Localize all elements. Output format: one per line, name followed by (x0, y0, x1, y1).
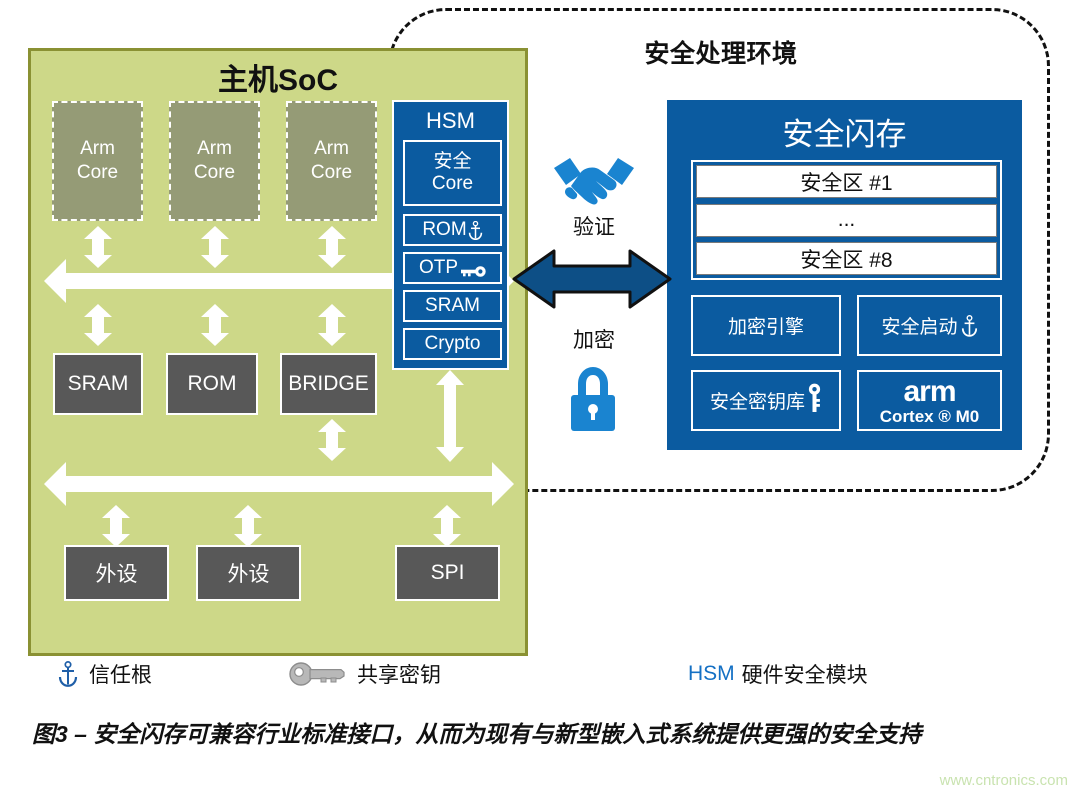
arm-core-label-line2: Core (193, 162, 236, 183)
handshake-icon (548, 152, 640, 208)
key-store-label: 安全密钥库 (709, 392, 805, 413)
soc-block-bridge: BRIDGE (280, 353, 377, 415)
hsm-crypto-box: Crypto (403, 328, 502, 360)
hsm-secure-core-label-line1: 安全 (433, 151, 472, 173)
soc-block-sram: SRAM (53, 353, 143, 415)
anchor-icon (961, 314, 978, 337)
host-soc-title: 主机SoC (218, 64, 338, 97)
legend-item-hsm: HSM 硬件安全模块 (688, 658, 868, 690)
anchor-icon (58, 661, 78, 687)
hsm-secure-core-label-line2: Core (431, 173, 474, 194)
soc-block-rom: ROM (166, 353, 258, 415)
bus-arrow-peripheral-2 (233, 505, 263, 547)
secure-flash-panel: 安全闪存 安全区 #1 ... 安全区 #8 加密引擎 安全启动 安全密钥库 a… (667, 100, 1022, 450)
bus-arrow-sram (83, 304, 113, 346)
arm-core-box-1: Arm Core (52, 101, 143, 221)
key-icon (807, 383, 822, 413)
legend-label-root-of-trust: 信任根 (89, 664, 152, 687)
anchor-icon (468, 220, 483, 240)
secure-zone-row: ... (696, 203, 997, 237)
arm-core-box-2: Arm Core (169, 101, 260, 221)
legend-hsm-abbr: HSM (688, 662, 735, 685)
bidirectional-arrow-icon (512, 248, 672, 310)
legend-label-hsm: 硬件安全模块 (741, 664, 868, 687)
arm-core-label-line1: Arm (197, 138, 232, 160)
verify-label: 验证 (573, 216, 615, 239)
key-store-box: 安全密钥库 (691, 370, 841, 431)
crypto-engine-box: 加密引擎 (691, 295, 841, 356)
arm-logo-word: arm (903, 374, 956, 408)
hsm-secure-core-box: 安全 Core (403, 140, 502, 206)
secure-flash-title: 安全闪存 (782, 116, 907, 152)
arm-core-label-line2: Core (76, 162, 119, 183)
bus-arrow-peripheral-1 (101, 505, 131, 547)
arm-core-label-line2: Core (310, 162, 353, 183)
hsm-rom-label: ROM (422, 219, 467, 240)
secure-zones-frame: 安全区 #1 ... 安全区 #8 (691, 160, 1002, 280)
arm-cortex-logo-box: arm Cortex ® M0 (857, 370, 1002, 431)
hsm-sram-box: SRAM (403, 290, 502, 322)
bus-arrow-spi (432, 505, 462, 547)
soc-block-peripheral-1: 外设 (64, 545, 169, 601)
bus-arrow-hsm-down (435, 370, 465, 462)
key-icon (460, 265, 486, 278)
arm-core-label-line1: Arm (80, 138, 115, 160)
secure-boot-label: 安全启动 (881, 317, 958, 338)
bus-arrow-rom (200, 304, 230, 346)
soc-block-spi: SPI (395, 545, 500, 601)
hsm-panel: HSM 安全 Core ROM OTP SRAM Crypto (392, 100, 509, 370)
secure-boot-box: 安全启动 (857, 295, 1002, 356)
soc-lower-bus (44, 461, 514, 507)
secure-environment-title: 安全处理环境 (644, 40, 798, 68)
hsm-rom-box: ROM (403, 214, 502, 246)
arm-cortex-label: Cortex ® M0 (879, 406, 980, 426)
hsm-otp-label: OTP (418, 257, 459, 278)
bus-arrow-bridge-down (317, 419, 347, 461)
encrypt-label: 加密 (573, 329, 615, 352)
legend-item-root-of-trust: 信任根 (58, 658, 152, 690)
lock-icon (562, 362, 624, 434)
arm-core-label-line1: Arm (314, 138, 349, 160)
legend-label-shared-key: 共享密钥 (357, 664, 441, 687)
watermark: www.cntronics.com (939, 772, 1068, 789)
arm-core-box-3: Arm Core (286, 101, 377, 221)
hsm-title: HSM (426, 108, 475, 133)
hsm-otp-box: OTP (403, 252, 502, 284)
secure-zone-row: 安全区 #1 (696, 165, 997, 198)
legend-item-shared-key: 共享密钥 (288, 658, 441, 690)
secure-zone-row: 安全区 #8 (696, 242, 997, 275)
bus-arrow-bridge (317, 304, 347, 346)
soc-block-peripheral-2: 外设 (196, 545, 301, 601)
key-icon (288, 661, 346, 687)
figure-caption: 图3 – 安全闪存可兼容行业标准接口，从而为现有与新型嵌入式系统提供更强的安全支… (32, 721, 922, 747)
